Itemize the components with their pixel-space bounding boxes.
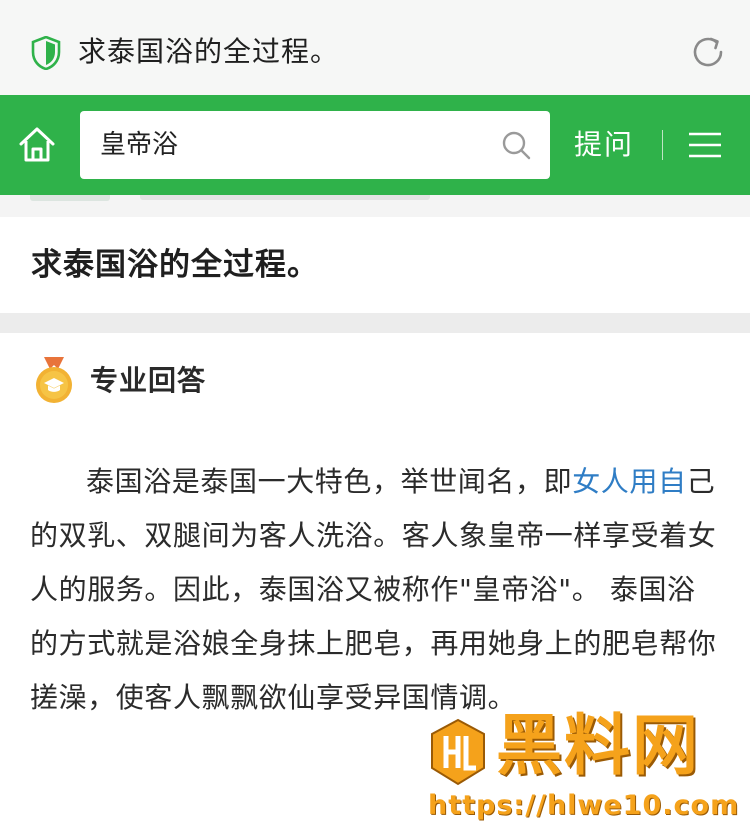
watermark-brand: 黑料网 [496, 707, 700, 784]
search-input[interactable] [100, 111, 480, 179]
home-icon[interactable] [16, 124, 58, 166]
refresh-icon[interactable] [689, 33, 727, 71]
ask-question-button[interactable]: 提问 [574, 123, 634, 167]
answer-text-part: 泰国浴是泰国一大特色，举世闻名，即 [86, 465, 573, 498]
search-box[interactable] [80, 111, 550, 179]
peek-decoration [30, 195, 110, 201]
header-divider [662, 130, 663, 160]
watermark: 黑料网 https://hlwe10.com [424, 707, 744, 826]
menu-icon[interactable] [688, 131, 722, 159]
browser-top-bar: 求泰国浴的全过程。 [0, 0, 750, 95]
watermark-logo-icon [431, 718, 485, 786]
question-card: 求泰国浴的全过程。 [0, 217, 750, 313]
shield-icon [31, 36, 61, 70]
answer-text-link[interactable]: 女人用自 [572, 465, 686, 498]
search-icon[interactable] [500, 129, 532, 161]
page-title: 求泰国浴的全过程。 [78, 35, 340, 68]
medal-icon [36, 357, 72, 403]
answer-text-part: 己的双乳、双腿间为客人洗浴。客人象皇帝一样享受着女人的服务。因此，泰国浴又被称作… [30, 465, 717, 714]
answer-text: 泰国浴是泰国一大特色，举世闻名，即女人用自己的双乳、双腿间为客人洗浴。客人象皇帝… [30, 455, 720, 725]
question-title: 求泰国浴的全过程。 [31, 247, 319, 283]
answer-label: 专业回答 [90, 364, 207, 397]
peek-decoration [140, 195, 430, 200]
watermark-url: https://hlwe10.com [428, 790, 740, 821]
scrolled-content-peek [0, 195, 750, 217]
